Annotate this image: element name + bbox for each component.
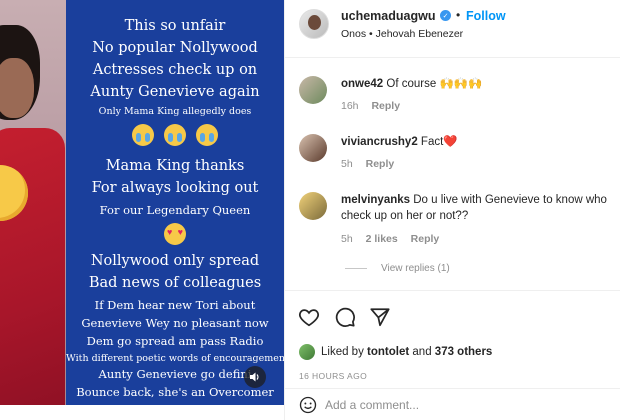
card-line: Aunty Genevieve again (90, 84, 260, 100)
card-line: Dem go spread am pass Radio (86, 334, 264, 348)
likes-count-button[interactable]: 373 others (435, 346, 493, 358)
comment-meta: 16h Reply (341, 100, 410, 112)
comment-time: 5h (341, 158, 353, 170)
view-replies-button[interactable]: View replies (1) (345, 263, 450, 274)
crying-face-icon (132, 124, 154, 146)
woman-face (0, 58, 34, 118)
reply-button[interactable]: Reply (371, 100, 400, 112)
paper-plane-icon[interactable] (369, 306, 391, 328)
comment-meta: 5h 2 likes Reply (341, 233, 449, 245)
comment-time: 16h (341, 100, 359, 112)
heart-eyes-emoji-row (66, 223, 284, 245)
heart-eyes-icon (164, 223, 186, 245)
crying-face-icon (196, 124, 218, 146)
card-line: For always looking out (91, 180, 259, 196)
author-username[interactable]: uchemaduagwu (341, 9, 435, 23)
comment-likes-button[interactable]: 2 likes (366, 233, 398, 245)
comment-meta: 5h Reply (341, 158, 404, 170)
post-header: uchemaduagwu ✓ • Follow Onos • Jehovah E… (285, 0, 620, 58)
commenter-username[interactable]: melvinyanks (341, 194, 410, 206)
card-line: This so unfair (124, 18, 226, 34)
comment-text: melvinyanks Do u live with Genevieve to … (341, 192, 613, 224)
text-card: This so unfair No popular Nollywood Actr… (66, 0, 284, 405)
separator-dot: • (456, 8, 461, 22)
smiley-icon[interactable] (299, 396, 317, 414)
card-line: Actresses check up on (92, 62, 258, 78)
replies-divider (345, 268, 367, 269)
post-sidebar: uchemaduagwu ✓ • Follow Onos • Jehovah E… (284, 0, 620, 420)
liked-by-line: Liked by tontolet and 373 others (299, 344, 492, 360)
reply-button[interactable]: Reply (366, 158, 395, 170)
card-line: Genevieve Wey no pleasant now (81, 316, 269, 330)
card-line: With different poetic words of encourage… (66, 353, 284, 364)
crying-emoji-row (66, 124, 284, 146)
speaker-icon[interactable] (244, 366, 266, 388)
comment-body: Of course 🙌🙌🙌 (386, 78, 483, 90)
add-comment-input[interactable] (325, 393, 605, 417)
post-media[interactable]: This so unfair No popular Nollywood Actr… (0, 0, 284, 420)
card-line: If Dem hear new Tori about (94, 298, 256, 312)
card-line: Mama King thanks (105, 158, 245, 174)
card-line: Nollywood only spread (90, 253, 260, 269)
comment-text: viviancrushy2 Fact❤️ (341, 134, 619, 150)
comment-body: Fact❤️ (420, 136, 458, 148)
commenter-username[interactable]: onwe42 (341, 78, 383, 90)
liker-username[interactable]: tontolet (367, 346, 409, 358)
commenter-avatar[interactable] (299, 192, 327, 220)
media-bottom-strip (0, 405, 284, 420)
audio-subtitle[interactable]: Onos • Jehovah Ebenezer (341, 28, 463, 40)
follow-button[interactable]: Follow (466, 9, 506, 23)
view-replies-label: View replies (1) (381, 263, 450, 274)
liked-by-and: and (412, 346, 432, 358)
reply-button[interactable]: Reply (411, 233, 440, 245)
verified-badge-icon: ✓ (440, 10, 451, 21)
card-line: Bad news of colleagues (88, 275, 262, 291)
liker-avatar[interactable] (299, 344, 315, 360)
card-line: No popular Nollywood (92, 40, 258, 56)
commenter-avatar[interactable] (299, 134, 327, 162)
card-line: For our Legendary Queen (99, 203, 251, 217)
comment-bubble-icon[interactable] (334, 306, 356, 328)
card-line: Only Mama King allegedly does (98, 106, 252, 117)
post-timestamp[interactable]: 16 HOURS AGO (299, 371, 367, 381)
author-avatar[interactable] (299, 9, 329, 39)
comment-time: 5h (341, 233, 353, 245)
commenter-avatar[interactable] (299, 76, 327, 104)
liked-by-prefix: Liked by (321, 346, 364, 358)
crying-face-icon (164, 124, 186, 146)
commenter-username[interactable]: viviancrushy2 (341, 136, 418, 148)
heart-outline-icon[interactable] (298, 306, 320, 328)
comment-text: onwe42 Of course 🙌🙌🙌 (341, 76, 619, 92)
